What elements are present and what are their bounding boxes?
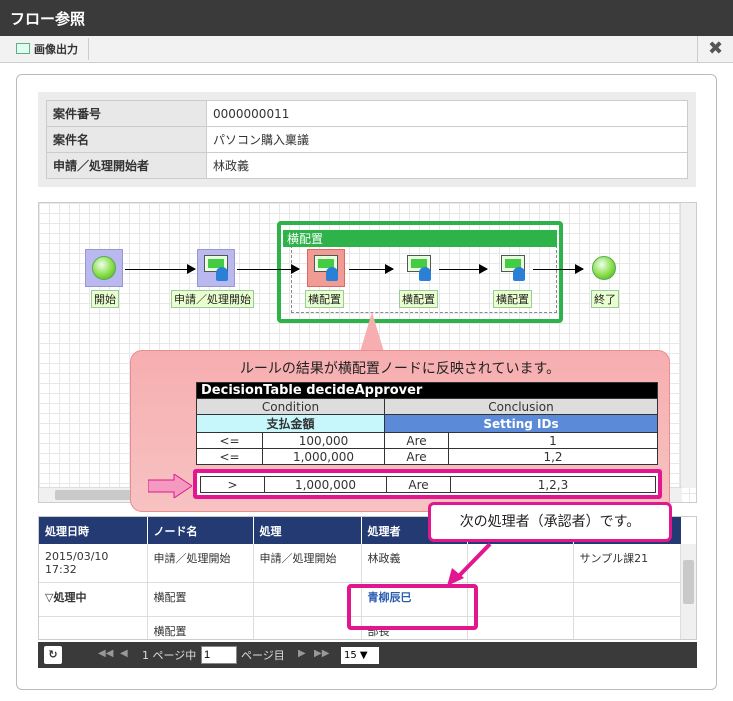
flow-vertical-scrollbar[interactable] (680, 203, 696, 488)
history-action (253, 616, 362, 639)
image-output-label: 画像出力 (34, 43, 78, 56)
col-datetime[interactable]: 処理日時 (39, 517, 148, 544)
history-date: 2015/03/10 17:32 (39, 544, 148, 583)
info-value: 0000000011 (206, 100, 688, 127)
info-key: 申請／処理開始者 (46, 152, 207, 179)
table-row: > 1,000,000 Are 1,2,3 (200, 476, 656, 493)
condition-amount: 1,000,000 (264, 476, 387, 493)
window-title: フロー参照 (10, 10, 86, 28)
conclusion-header: Conclusion (384, 398, 658, 415)
setting-ids-column-header: Setting IDs (384, 414, 658, 433)
rule-result-callout-text: ルールの結果が横配置ノードに反映されています。 (239, 361, 561, 377)
apply-node-label: 申請／処理開始 (171, 290, 254, 308)
flow-arrow (349, 264, 394, 274)
amount-column-header: 支払金額 (196, 414, 385, 433)
yoko2-node-label: 横配置 (399, 290, 438, 308)
first-page-icon[interactable]: ◀◀ (98, 648, 113, 659)
highlighted-rule-table: > 1,000,000 Are 1,2,3 (200, 476, 656, 493)
info-row: 申請／処理開始者 林政義 (46, 152, 688, 179)
page-prefix: 1 ページ中 (142, 649, 197, 662)
history-blank (467, 544, 574, 583)
info-row: 案件名 パソコン購入稟議 (46, 126, 688, 153)
history-action: 申請／処理開始 (253, 544, 362, 583)
end-node-icon[interactable] (592, 256, 616, 280)
prev-page-icon[interactable]: ◀ (120, 648, 128, 659)
start-node-label: 開始 (91, 290, 119, 308)
start-node-icon[interactable] (92, 256, 116, 280)
apply-node-icon[interactable] (202, 255, 230, 281)
conclusion-operator: Are (384, 448, 449, 465)
history-date (39, 616, 148, 639)
next-approver-highlight (347, 584, 478, 630)
close-icon[interactable]: ✖ (697, 36, 733, 63)
pager: ↻ ◀◀ ◀ 1 ページ中 ページ目 ▶ ▶▶ 15 ▼ (38, 642, 697, 668)
case-info-table: 案件番号 0000000011 案件名 パソコン購入稟議 申請／処理開始者 林政… (46, 100, 688, 179)
flow-arrow (125, 264, 196, 274)
condition-amount: 100,000 (262, 432, 385, 449)
info-value: パソコン購入稟議 (206, 126, 688, 153)
history-status[interactable]: ▽処理中 (39, 582, 148, 617)
history-node: 横配置 (147, 582, 254, 617)
flow-arrow (439, 264, 488, 274)
col-node[interactable]: ノード名 (147, 517, 254, 544)
case-info: 案件番号 0000000011 案件名 パソコン購入稟議 申請／処理開始者 林政… (38, 92, 696, 187)
yoko2-node-icon[interactable] (405, 255, 433, 281)
yoko1-node-label: 横配置 (305, 290, 344, 308)
flow-arrow (237, 264, 300, 274)
condition-operator: <= (196, 448, 263, 465)
image-icon (16, 43, 30, 54)
condition-operator: <= (196, 432, 263, 449)
horizontal-group-title: 横配置 (283, 230, 557, 247)
history-scroll-thumb[interactable] (683, 560, 694, 604)
page-suffix: ページ目 (241, 649, 285, 662)
last-page-icon[interactable]: ▶▶ (314, 648, 329, 659)
refresh-icon[interactable]: ↻ (44, 646, 62, 664)
page-number-input[interactable] (201, 646, 237, 664)
end-node-label: 終了 (591, 290, 619, 308)
info-key: 案件名 (46, 126, 207, 153)
history-dept (573, 616, 682, 639)
next-approver-callout: 次の処理者（承認者）です。 (428, 502, 672, 542)
table-row: <= 100,000 Are 1 (196, 432, 658, 449)
decision-table: DecisionTable decideApprover Condition C… (196, 382, 658, 465)
conclusion-ids: 1,2 (448, 448, 658, 465)
history-blank (467, 616, 574, 639)
page-size-select[interactable]: 15 ▼ (341, 647, 379, 664)
conclusion-operator: Are (384, 432, 449, 449)
col-action[interactable]: 処理 (253, 517, 362, 544)
toolbar: 画像出力 ✖ (0, 36, 733, 63)
yoko3-node-label: 横配置 (493, 290, 532, 308)
conclusion-operator: Are (386, 476, 451, 493)
conclusion-ids: 1 (448, 432, 658, 449)
history-vertical-scrollbar[interactable] (680, 544, 696, 639)
info-key: 案件番号 (46, 100, 207, 127)
yoko3-node-icon[interactable] (499, 255, 527, 281)
history-node: 申請／処理開始 (147, 544, 254, 583)
decision-table-title: DecisionTable decideApprover (196, 382, 658, 399)
callout-pointer (360, 312, 384, 352)
next-page-icon[interactable]: ▶ (298, 648, 306, 659)
info-row: 案件番号 0000000011 (46, 100, 688, 127)
condition-header: Condition (196, 398, 385, 415)
table-row: <= 1,000,000 Are 1,2 (196, 448, 658, 465)
history-dept: サンプル課21 (573, 544, 682, 583)
history-action (253, 582, 362, 617)
image-output-button[interactable]: 画像出力 (10, 38, 89, 60)
yoko1-node-icon[interactable] (312, 255, 340, 281)
history-blank (467, 582, 574, 617)
info-value: 林政義 (206, 152, 688, 179)
history-user: 林政義 (361, 544, 468, 583)
pink-arrow-icon (148, 474, 192, 498)
condition-amount: 1,000,000 (262, 448, 385, 465)
history-dept (573, 582, 682, 617)
conclusion-ids: 1,2,3 (450, 476, 656, 493)
flow-arrow (533, 264, 584, 274)
history-node: 横配置 (147, 616, 254, 639)
table-row[interactable]: 2015/03/10 17:32 申請／処理開始 申請／処理開始 林政義 サンプル… (39, 544, 682, 583)
condition-operator: > (200, 476, 265, 493)
window-titlebar: フロー参照 (0, 0, 733, 36)
